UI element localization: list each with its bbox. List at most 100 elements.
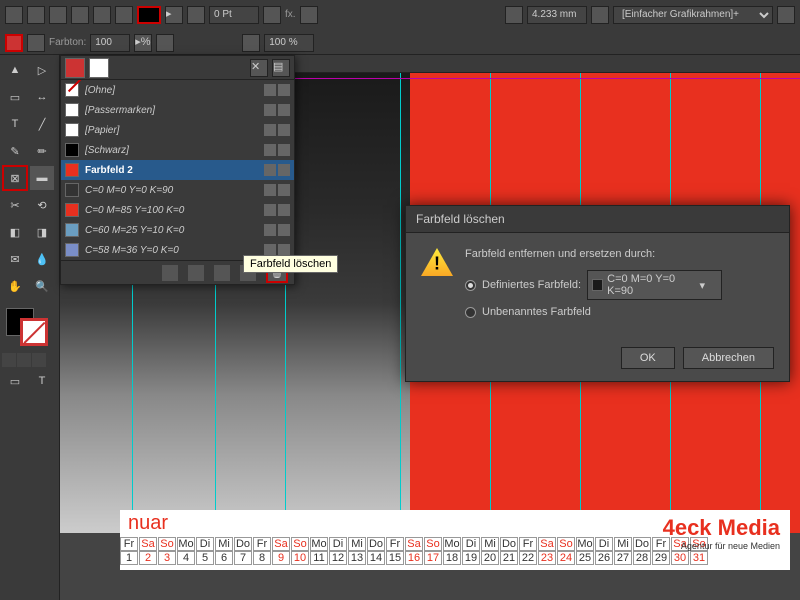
toolbar-icon[interactable] xyxy=(591,6,609,24)
none-icon[interactable]: ✕ xyxy=(250,59,268,77)
dropdown-icon[interactable]: ▸ xyxy=(165,6,183,24)
gap-tool[interactable]: ↔ xyxy=(29,84,55,110)
rectangle-frame-tool[interactable]: ⊠ xyxy=(2,165,28,191)
scissors-tool[interactable]: ✂ xyxy=(2,192,28,218)
stroke-chip-icon[interactable] xyxy=(89,58,109,78)
defined-swatch-radio[interactable] xyxy=(465,280,476,291)
toolbar-icon[interactable] xyxy=(115,6,133,24)
apply-gradient-icon[interactable] xyxy=(17,353,31,367)
swatch-type-icon xyxy=(264,164,276,176)
container-toggle-icon[interactable] xyxy=(27,34,45,52)
tint-input[interactable] xyxy=(90,34,130,52)
swatch-row[interactable]: [Schwarz] xyxy=(61,140,294,160)
warning-icon xyxy=(421,248,453,276)
note-tool[interactable]: ✉ xyxy=(2,246,28,272)
screen-mode-tool[interactable]: T xyxy=(29,368,55,394)
dropdown-icon[interactable]: ▸% xyxy=(134,34,152,52)
apply-color-icon[interactable] xyxy=(2,353,16,367)
swatch-type-icon xyxy=(264,184,276,196)
swatch-sample-icon xyxy=(65,123,79,137)
selection-tool[interactable]: ▲ xyxy=(2,57,28,83)
swatch-mode-icon xyxy=(278,144,290,156)
replacement-swatch-select[interactable]: C=0 M=0 Y=0 K=90 ▾ xyxy=(587,270,722,300)
dialog-message: Farbfeld entfernen und ersetzen durch: xyxy=(465,248,774,260)
swatch-name: [Papier] xyxy=(85,125,258,136)
toolbar-icon[interactable] xyxy=(156,34,174,52)
opacity-input[interactable] xyxy=(264,34,314,52)
panel-menu-icon[interactable]: ▤ xyxy=(272,59,290,77)
toolbar-icon[interactable] xyxy=(777,6,795,24)
object-style-select[interactable]: [Einfacher Grafikrahmen]+ xyxy=(613,6,773,24)
delete-swatch-dialog: Farbfeld löschen Farbfeld entfernen und … xyxy=(405,205,790,382)
swatch-options-icon[interactable] xyxy=(214,265,230,281)
swatch-row[interactable]: [Ohne] xyxy=(61,80,294,100)
swatch-name: C=0 M=85 Y=100 K=0 xyxy=(85,205,258,216)
gradient-tool[interactable]: ◨ xyxy=(29,219,55,245)
zoom-tool[interactable]: 🔍 xyxy=(29,273,55,299)
page-tool[interactable]: ▭ xyxy=(2,84,28,110)
ok-button[interactable]: OK xyxy=(621,347,675,369)
cancel-button[interactable]: Abbrechen xyxy=(683,347,774,369)
swatches-list[interactable]: [Ohne][Passermarken] [Papier] [Schwarz] Far… xyxy=(61,80,294,260)
swatch-sample-icon xyxy=(65,103,79,117)
swatch-row[interactable]: C=0 M=0 Y=0 K=90 xyxy=(61,180,294,200)
toolbar-icon[interactable] xyxy=(242,34,260,52)
calendar-number-row: 1234567891011121314151617181920212223242… xyxy=(120,551,790,565)
fill-stroke-proxy[interactable] xyxy=(2,308,52,348)
toolbar-icon[interactable] xyxy=(71,6,89,24)
toolbar-icon[interactable] xyxy=(49,6,67,24)
dialog-title: Farbfeld löschen xyxy=(406,206,789,233)
swatch-type-icon xyxy=(264,104,276,116)
fill-chip-icon[interactable] xyxy=(65,58,85,78)
swatch-mode-icon xyxy=(278,204,290,216)
swatch-mode-icon xyxy=(278,84,290,96)
swatch-name: Farbfeld 2 xyxy=(85,165,258,176)
toolbar-icon[interactable] xyxy=(93,6,111,24)
control-bar: ▸ fx. [Einfacher Grafikrahmen]+ Farbton:… xyxy=(0,0,800,55)
swatch-name: [Schwarz] xyxy=(85,145,258,156)
toolbox: ▲ ▷ ▭ ↔ T ╱ ✎ ✏ ⊠ ▬ ✂ ⟲ ◧ ◨ ✉ 💧 ✋ 🔍 ▭ T xyxy=(0,55,60,600)
swatch-row[interactable]: [Passermarken] xyxy=(61,100,294,120)
swatch-name: C=60 M=25 Y=10 K=0 xyxy=(85,225,258,236)
swatch-row[interactable]: [Papier] xyxy=(61,120,294,140)
type-tool[interactable]: T xyxy=(2,111,28,137)
stroke-weight-input[interactable] xyxy=(209,6,259,24)
gradient-feather-tool[interactable]: ◧ xyxy=(2,219,28,245)
hand-tool[interactable]: ✋ xyxy=(2,273,28,299)
view-mode-tool[interactable]: ▭ xyxy=(2,368,28,394)
rectangle-tool[interactable]: ▬ xyxy=(29,165,55,191)
eyedropper-tool[interactable]: 💧 xyxy=(29,246,55,272)
stroke-weight-icon[interactable] xyxy=(187,6,205,24)
swatch-type-icon xyxy=(264,224,276,236)
pencil-tool[interactable]: ✏ xyxy=(29,138,55,164)
swatch-sample-icon xyxy=(65,243,79,257)
tooltip: Farbfeld löschen xyxy=(243,255,338,273)
toolbar-icon[interactable] xyxy=(5,6,23,24)
list-view-icon[interactable] xyxy=(162,265,178,281)
toolbar-icon[interactable] xyxy=(300,6,318,24)
fit-icon[interactable] xyxy=(505,6,523,24)
swatches-panel-header: ✕ ▤ xyxy=(61,56,294,80)
unnamed-swatch-radio[interactable] xyxy=(465,307,476,318)
swatch-row[interactable]: C=60 M=25 Y=10 K=0 xyxy=(61,220,294,240)
free-transform-tool[interactable]: ⟲ xyxy=(29,192,55,218)
pen-tool[interactable]: ✎ xyxy=(2,138,28,164)
opacity-icon[interactable] xyxy=(263,6,281,24)
calendar-area: nuar FrSaSoMoDiMiDoFrSaSoMoDiMiDoFrSaSoM… xyxy=(120,510,790,570)
replacement-swatch-name: C=0 M=0 Y=0 K=90 xyxy=(607,273,695,297)
swatch-row[interactable]: Farbfeld 2 xyxy=(61,160,294,180)
swatch-type-icon xyxy=(264,144,276,156)
toolbar-icon[interactable] xyxy=(27,6,45,24)
fill-proxy-icon[interactable] xyxy=(5,34,23,52)
measurement-input[interactable] xyxy=(527,6,587,24)
thumbnail-view-icon[interactable] xyxy=(188,265,204,281)
fill-swatch-icon[interactable] xyxy=(137,6,161,24)
swatch-mode-icon xyxy=(278,184,290,196)
stroke-color-icon[interactable] xyxy=(20,318,48,346)
apply-none-icon[interactable] xyxy=(32,353,46,367)
unnamed-swatch-label: Unbenanntes Farbfeld xyxy=(482,306,591,318)
direct-selection-tool[interactable]: ▷ xyxy=(29,57,55,83)
line-tool[interactable]: ╱ xyxy=(29,111,55,137)
brand-tagline: Agentur für neue Medien xyxy=(663,541,780,551)
swatch-row[interactable]: C=0 M=85 Y=100 K=0 xyxy=(61,200,294,220)
